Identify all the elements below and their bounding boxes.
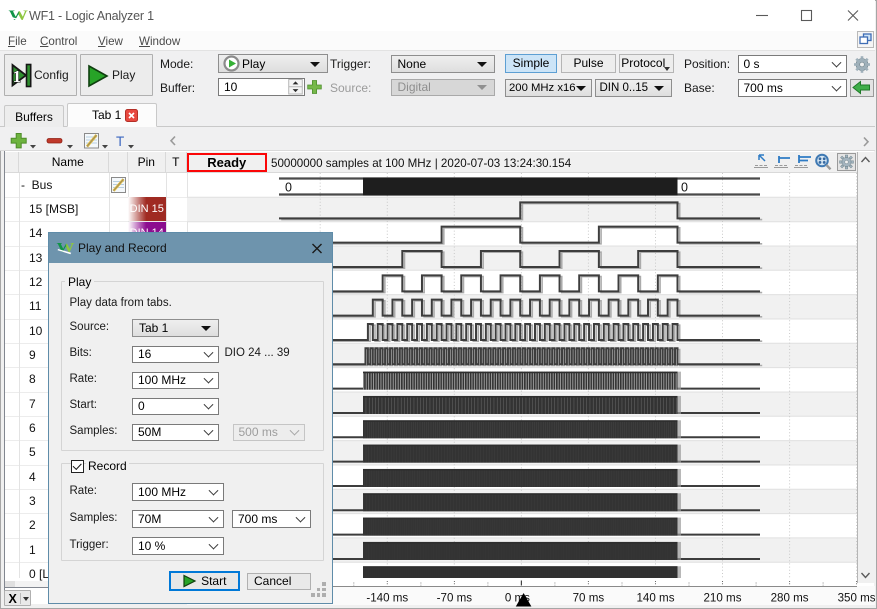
svg-text:-140 ms: -140 ms [366,592,408,605]
svg-text:210 ms: 210 ms [703,592,741,605]
svg-text:W: W [57,241,75,256]
svg-text:140 ms: 140 ms [636,592,674,605]
svg-text:70 ms: 70 ms [573,592,605,605]
svg-text:0: 0 [681,180,688,194]
svg-text:W: W [9,7,28,23]
svg-text:1: 1 [13,67,22,86]
svg-text:280 ms: 280 ms [771,592,809,605]
svg-text:T: T [116,134,124,149]
svg-text:-70 ms: -70 ms [437,592,473,605]
svg-text:0: 0 [285,180,292,194]
svg-text:350 ms: 350 ms [838,592,875,605]
